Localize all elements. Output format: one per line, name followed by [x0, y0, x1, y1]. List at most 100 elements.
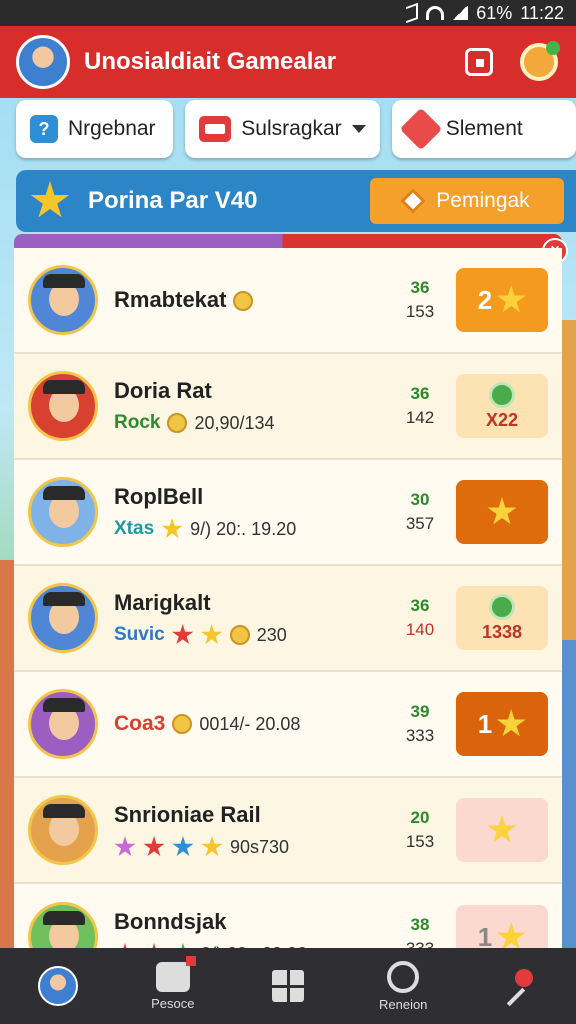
gem-icon	[399, 107, 442, 151]
chevron-down-icon	[351, 125, 366, 133]
player-stats: 36 142	[405, 384, 435, 427]
bluetooth-icon	[406, 2, 419, 24]
avatar	[28, 371, 98, 441]
nav-map[interactable]: Reneion	[346, 948, 461, 1024]
star-icon	[114, 836, 136, 857]
list-item[interactable]: Marigkalt Suvic 230 36 140 1338	[14, 566, 562, 672]
player-detail: 20,90/134	[194, 412, 275, 433]
signal-icon	[452, 6, 469, 20]
player-stats: 20 153	[405, 808, 435, 851]
nav-label: Pesoce	[151, 995, 195, 1011]
nav-pin[interactable]	[461, 948, 576, 1024]
nav-profile[interactable]	[0, 948, 115, 1024]
star-icon	[30, 181, 70, 218]
star-icon	[496, 285, 526, 313]
player-tag: Suvic	[114, 624, 165, 645]
list-item[interactable]: Snrioniae Rail 90s730 20 153	[14, 778, 562, 884]
filter-chip-label: Nrgebnar	[68, 117, 156, 140]
star-icon	[201, 624, 223, 645]
avatar	[28, 583, 98, 653]
action-button[interactable]	[456, 798, 548, 862]
player-stats: 36 140	[405, 596, 435, 639]
banner-title: Porina Par V40	[88, 187, 258, 214]
star-icon	[487, 815, 517, 843]
player-detail: 9/) 20:. 19.20	[190, 518, 297, 539]
pin-icon	[501, 969, 535, 1003]
help-icon: ?	[30, 115, 58, 143]
player-name: Bonndsjak	[114, 909, 227, 934]
profile-avatar[interactable]	[16, 35, 70, 89]
player-name: Snrioniae Rail	[114, 802, 261, 827]
coin-icon	[232, 291, 253, 312]
player-stats: 39 333	[405, 702, 435, 745]
filter-chip-1[interactable]: ? Nrgebnar	[16, 100, 174, 158]
rewards-button[interactable]	[518, 41, 560, 83]
action-button[interactable]: 1	[456, 692, 548, 756]
clock: 11:22	[520, 2, 564, 23]
app-header: Unosialdiait Gamealar	[0, 26, 576, 98]
filter-chip-label: Slement	[445, 117, 523, 140]
profile-icon	[37, 966, 78, 1006]
player-tag: Rock	[114, 412, 161, 433]
list-item[interactable]: Doria Rat Rock 20,90/134 36 142 X22	[14, 354, 562, 460]
action-button[interactable]: 1338	[456, 586, 548, 650]
battery-level: 61%	[476, 2, 513, 23]
note-icon	[465, 48, 493, 76]
player-stats: 36 153	[405, 278, 435, 321]
bottom-nav: Pesoce Reneion	[0, 948, 576, 1024]
app-title: Unosialdiait Gamealar	[84, 48, 337, 75]
star-icon	[201, 836, 223, 857]
action-button[interactable]	[456, 480, 548, 544]
player-tag: Xtas	[114, 518, 155, 539]
player-name: Doria Rat	[114, 378, 212, 403]
avatar	[28, 689, 98, 759]
banner-button-label: Pemingak	[436, 189, 530, 212]
avatar	[28, 265, 98, 335]
notes-button[interactable]	[458, 41, 500, 83]
star-icon	[487, 497, 517, 525]
list-item[interactable]: Rmabtekat 36 153 2	[14, 248, 562, 354]
wifi-icon	[426, 6, 445, 20]
check-icon	[489, 381, 515, 408]
coin-icon	[229, 625, 250, 645]
nav-gifts[interactable]: Pesoce	[115, 948, 230, 1024]
player-name: Marigkalt	[114, 590, 211, 615]
player-stats: 30 357	[405, 490, 435, 533]
star-icon	[172, 836, 194, 857]
player-detail: 230	[256, 624, 287, 645]
player-detail: 90s730	[230, 836, 290, 857]
inbox-icon	[199, 116, 232, 142]
action-button[interactable]: X22	[456, 374, 548, 438]
coin-icon	[172, 714, 193, 734]
filter-chip-label: Sulsragkar	[241, 117, 342, 140]
filter-bar: ? Nrgebnar Sulsragkar Slement	[16, 100, 576, 158]
diamond-icon	[400, 188, 427, 214]
promo-banner: Porina Par V40 Pemingak	[16, 170, 576, 232]
avatar	[28, 477, 98, 547]
status-bar: 61% 11:22	[0, 0, 576, 26]
star-icon	[172, 624, 194, 645]
list-item[interactable]: Coa3 0014/- 20.08 39 333 1	[14, 672, 562, 778]
player-name: Rmabtekat	[114, 287, 392, 313]
map-icon	[387, 960, 420, 993]
filter-dropdown[interactable]: Sulsragkar	[185, 100, 380, 158]
nav-grid[interactable]	[230, 948, 345, 1024]
nav-label: Reneion	[378, 996, 428, 1012]
player-detail: 0014/- 20.08	[199, 713, 301, 734]
player-tag: Coa3	[114, 712, 166, 735]
avatar	[28, 795, 98, 865]
player-list: × Rmabtekat 36 153 2 Doria Rat Rock 20,9…	[14, 234, 568, 990]
coin-icon	[167, 413, 188, 433]
star-icon	[496, 709, 526, 737]
list-header-strip	[14, 234, 562, 248]
banner-button[interactable]: Pemingak	[370, 178, 564, 224]
player-name: RoplBell	[114, 484, 204, 509]
action-button[interactable]: 2	[456, 268, 548, 332]
list-item[interactable]: RoplBell Xtas 9/) 20:. 19.20 30 357	[14, 460, 562, 566]
medal-icon	[520, 41, 560, 81]
grid-icon	[272, 970, 304, 1002]
gift-icon	[155, 955, 196, 992]
check-icon	[489, 593, 515, 620]
star-icon	[161, 518, 183, 539]
filter-chip-3[interactable]: Slement	[391, 100, 576, 158]
